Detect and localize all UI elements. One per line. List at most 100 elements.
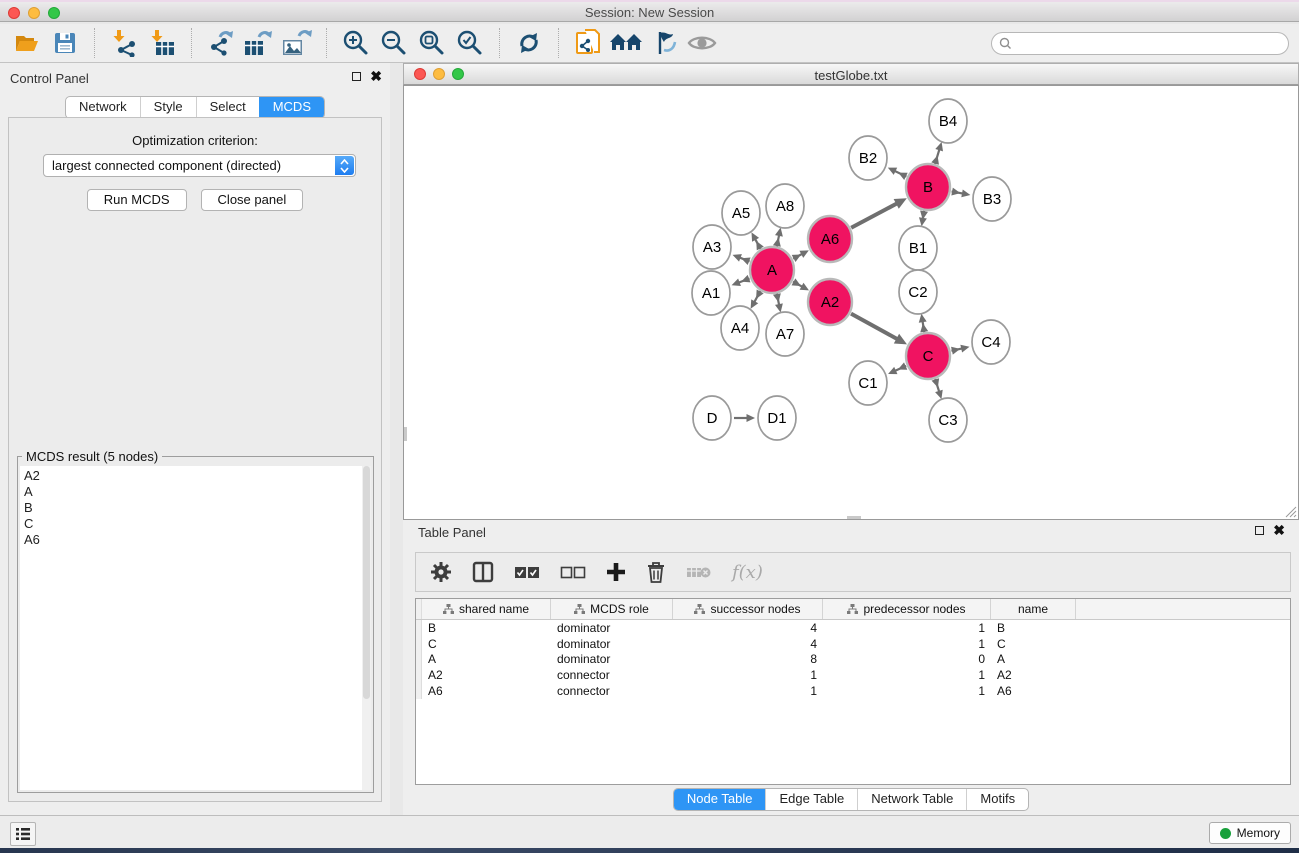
graph-node-B3[interactable]: B3 bbox=[973, 177, 1011, 221]
svg-text:B3: B3 bbox=[983, 191, 1001, 208]
network-canvas[interactable]: B4 B2 B B3 A8 A5 A6 A3 B1 A C2 A1 A2 A4A7 C4 C C1 D D1 C3 bbox=[403, 85, 1299, 520]
node-table[interactable]: shared nameMCDS rolesuccessor nodesprede… bbox=[415, 598, 1291, 785]
graph-edge-A6-B[interactable] bbox=[851, 203, 897, 227]
graph-node-C1[interactable]: C1 bbox=[849, 361, 887, 405]
tab-motifs[interactable]: Motifs bbox=[966, 789, 1028, 810]
home-layout-icon[interactable] bbox=[607, 26, 645, 60]
svg-text:A3: A3 bbox=[703, 239, 721, 256]
table-row-A6[interactable]: A6connector11A6 bbox=[416, 683, 1290, 699]
tab-edge-table[interactable]: Edge Table bbox=[765, 789, 857, 810]
table-cell: dominator bbox=[551, 637, 673, 651]
graph-node-B1[interactable]: B1 bbox=[899, 226, 937, 270]
save-session-icon[interactable] bbox=[46, 26, 84, 60]
graph-node-A4[interactable]: A4 bbox=[721, 306, 759, 350]
column-header-shared-name[interactable]: shared name bbox=[422, 599, 551, 619]
mcds-result-item[interactable]: A6 bbox=[24, 532, 371, 548]
network-title-bar[interactable]: testGlobe.txt bbox=[403, 63, 1299, 85]
tab-network-table[interactable]: Network Table bbox=[857, 789, 966, 810]
zoom-in-icon[interactable] bbox=[337, 26, 375, 60]
graph-node-C4[interactable]: C4 bbox=[972, 320, 1010, 364]
toggle-details-icon[interactable] bbox=[645, 26, 683, 60]
graph-node-D1[interactable]: D1 bbox=[758, 396, 796, 440]
close-table-panel-icon[interactable]: ✖ bbox=[1273, 525, 1285, 535]
function-icon[interactable]: f(x) bbox=[732, 562, 763, 583]
graph-node-B4[interactable]: B4 bbox=[929, 99, 967, 143]
criterion-select[interactable]: largest connected component (directed) bbox=[43, 154, 356, 177]
column-icon[interactable] bbox=[472, 561, 494, 583]
zoom-fit-icon[interactable] bbox=[413, 26, 451, 60]
task-history-button[interactable] bbox=[10, 822, 36, 846]
graph-node-C3[interactable]: C3 bbox=[929, 398, 967, 442]
column-header-successor-nodes[interactable]: successor nodes bbox=[673, 599, 823, 619]
graph-node-D[interactable]: D bbox=[693, 396, 731, 440]
graph-node-B[interactable]: B bbox=[906, 164, 950, 210]
import-network-icon[interactable] bbox=[105, 26, 143, 60]
zoom-selected-icon[interactable] bbox=[451, 26, 489, 60]
table-row-A[interactable]: Adominator80A bbox=[416, 652, 1290, 668]
table-row-A2[interactable]: A2connector11A2 bbox=[416, 667, 1290, 683]
svg-text:A1: A1 bbox=[702, 285, 720, 302]
graph-node-A[interactable]: A bbox=[750, 247, 794, 293]
close-panel-icon[interactable]: ✖ bbox=[370, 71, 382, 81]
graph-node-A3[interactable]: A3 bbox=[693, 225, 731, 269]
select-all-icon[interactable] bbox=[514, 564, 540, 580]
export-image-icon[interactable] bbox=[278, 26, 316, 60]
import-table-icon[interactable] bbox=[143, 26, 181, 60]
svg-text:B1: B1 bbox=[909, 240, 927, 257]
settings-gear-icon[interactable] bbox=[430, 561, 452, 583]
delete-icon[interactable] bbox=[646, 561, 666, 583]
network-graph[interactable]: B4 B2 B B3 A8 A5 A6 A3 B1 A C2 A1 A2 A4A7 C4 C C1 D D1 C3 bbox=[404, 86, 1298, 519]
add-icon[interactable] bbox=[606, 562, 626, 582]
search-field[interactable] bbox=[991, 32, 1289, 55]
mcds-result-list[interactable]: A2ABCA6 bbox=[20, 466, 371, 790]
column-header-name[interactable]: name bbox=[991, 599, 1076, 619]
column-header-MCDS-role[interactable]: MCDS role bbox=[551, 599, 673, 619]
resize-grip-icon[interactable] bbox=[1285, 506, 1297, 518]
horizontal-scroll-thumb[interactable] bbox=[847, 516, 861, 519]
export-table-icon[interactable] bbox=[240, 26, 278, 60]
show-hide-icon[interactable] bbox=[683, 26, 721, 60]
graph-node-A7[interactable]: A7 bbox=[766, 312, 804, 356]
float-table-panel-icon[interactable] bbox=[1255, 526, 1264, 535]
mcds-result-item[interactable]: B bbox=[24, 500, 371, 516]
table-panel-title: Table Panel bbox=[418, 525, 486, 540]
export-network-icon[interactable] bbox=[202, 26, 240, 60]
graph-node-A6[interactable]: A6 bbox=[808, 216, 852, 262]
graph-node-C2[interactable]: C2 bbox=[899, 270, 937, 314]
table-cell: 1 bbox=[823, 684, 991, 698]
graph-node-A5[interactable]: A5 bbox=[722, 191, 760, 235]
float-panel-icon[interactable] bbox=[352, 72, 361, 81]
close-panel-button[interactable]: Close panel bbox=[201, 189, 304, 211]
tab-network[interactable]: Network bbox=[66, 97, 140, 118]
graph-node-A2[interactable]: A2 bbox=[808, 279, 852, 325]
control-panel-tabs: NetworkStyleSelectMCDS bbox=[65, 96, 325, 119]
memory-button[interactable]: Memory bbox=[1209, 822, 1291, 844]
graph-edge-A2-C[interactable] bbox=[851, 314, 897, 340]
graph-node-A1[interactable]: A1 bbox=[692, 271, 730, 315]
graph-node-A8[interactable]: A8 bbox=[766, 184, 804, 228]
deselect-all-icon[interactable] bbox=[560, 564, 586, 580]
column-header-predecessor-nodes[interactable]: predecessor nodes bbox=[823, 599, 991, 619]
mcds-result-item[interactable]: A bbox=[24, 484, 371, 500]
svg-text:A: A bbox=[767, 262, 777, 279]
table-row-B[interactable]: Bdominator41B bbox=[416, 620, 1290, 636]
result-scrollbar[interactable] bbox=[362, 466, 371, 790]
table-row-C[interactable]: Cdominator41C bbox=[416, 636, 1290, 652]
svg-text:A5: A5 bbox=[732, 205, 750, 222]
new-network-icon[interactable] bbox=[569, 26, 607, 60]
tab-select[interactable]: Select bbox=[196, 97, 259, 118]
tab-style[interactable]: Style bbox=[140, 97, 196, 118]
zoom-out-icon[interactable] bbox=[375, 26, 413, 60]
graph-node-C[interactable]: C bbox=[906, 333, 950, 379]
mcds-result-item[interactable]: A2 bbox=[24, 468, 371, 484]
search-input[interactable] bbox=[1017, 36, 1288, 50]
tab-node-table[interactable]: Node Table bbox=[674, 789, 766, 810]
delete-column-icon[interactable] bbox=[686, 564, 712, 580]
tab-mcds[interactable]: MCDS bbox=[259, 97, 324, 118]
vertical-scroll-thumb[interactable] bbox=[404, 427, 407, 441]
graph-node-B2[interactable]: B2 bbox=[849, 136, 887, 180]
open-file-icon[interactable] bbox=[8, 26, 46, 60]
mcds-result-item[interactable]: C bbox=[24, 516, 371, 532]
run-mcds-button[interactable]: Run MCDS bbox=[87, 189, 187, 211]
refresh-icon[interactable] bbox=[510, 26, 548, 60]
